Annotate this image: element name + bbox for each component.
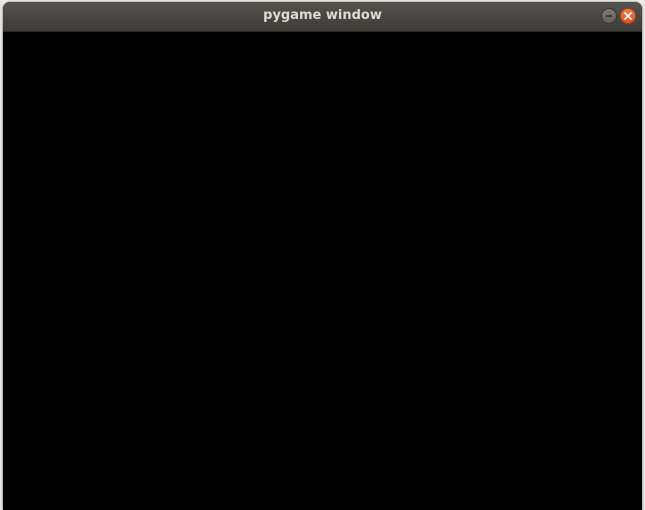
pygame-window: pygame window xyxy=(3,2,642,510)
minimize-button[interactable] xyxy=(601,8,617,24)
window-titlebar[interactable]: pygame window xyxy=(3,2,642,32)
close-icon xyxy=(624,12,632,20)
close-button[interactable] xyxy=(620,8,636,24)
window-title: pygame window xyxy=(263,8,382,23)
minimize-icon xyxy=(606,15,612,17)
game-canvas[interactable] xyxy=(3,32,642,510)
